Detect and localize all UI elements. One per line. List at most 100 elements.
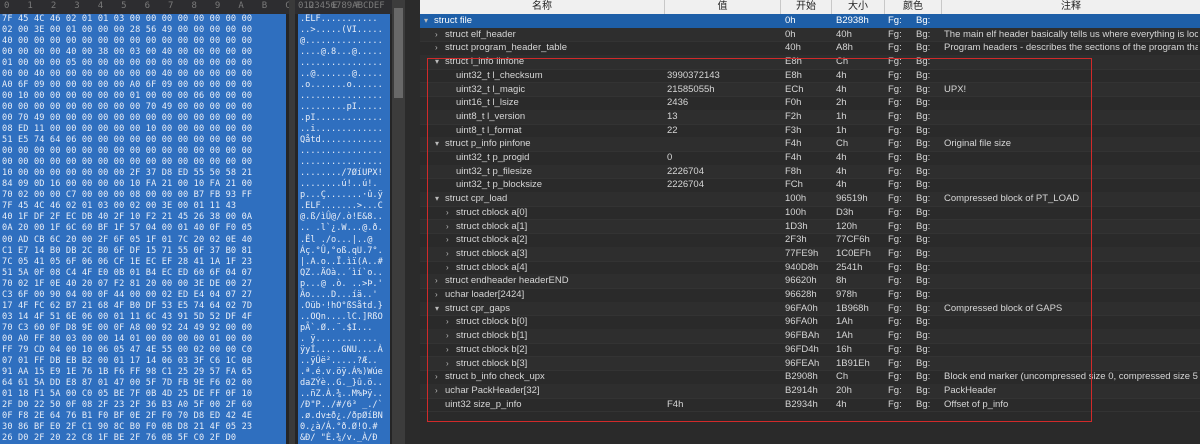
ascii-row[interactable]: ..OQn....lC.]RßO (300, 312, 383, 322)
ascii-row[interactable]: .o.......o...... (300, 80, 383, 90)
hex-row[interactable]: FF 79 CD 04 00 10 06 05 47 4E 55 00 02 0… (2, 345, 252, 355)
template-row[interactable]: ▾ struct file 0h B2938h Fg: Bg: (420, 14, 1200, 29)
cell-comment: The main elf header basically tells us w… (944, 28, 1198, 40)
ascii-row[interactable]: Ão....D...íä..' (300, 290, 378, 300)
ascii-row[interactable]: ........ú!..ú!. (300, 179, 378, 189)
column-value-header[interactable]: 值 (665, 0, 781, 14)
hex-row[interactable]: 30 86 BF E0 2F C1 90 8C B0 F0 0B D8 21 4… (2, 422, 252, 432)
ascii-row[interactable]: ÿyÍ.....GNU....À (300, 345, 383, 355)
hex-row[interactable]: 7F 45 4C 46 02 01 03 00 02 00 3E 00 01 1… (2, 201, 236, 211)
ascii-row[interactable]: QZ..ÄOà..´ìí`o.. (300, 268, 383, 278)
hex-row[interactable]: 00 00 00 00 40 00 38 00 03 00 40 00 00 0… (2, 47, 252, 57)
hex-row[interactable]: 00 70 49 00 00 00 00 00 00 00 00 00 00 0… (2, 113, 252, 123)
hex-row[interactable]: 10 00 00 00 00 00 00 00 2F 37 D8 ED 55 5… (2, 168, 252, 178)
hex-row[interactable]: 02 00 3E 00 01 00 00 00 28 56 49 00 00 0… (2, 25, 252, 35)
ascii-row[interactable]: .pI............. (300, 113, 383, 123)
hex-scrollbar-thumb[interactable] (394, 8, 403, 98)
ascii-row[interactable]: .ELF........... (300, 14, 378, 24)
column-name-header[interactable]: 名称 (420, 0, 665, 14)
ascii-row[interactable]: . ÿ............ (300, 334, 378, 344)
hex-row[interactable]: 0A 20 00 1F 6C 60 BF 1F 57 04 00 01 40 0… (2, 223, 252, 233)
hex-row[interactable]: 70 02 00 00 C7 00 00 00 08 00 00 00 B7 F… (2, 190, 252, 200)
hex-row[interactable]: 00 A0 FF 80 03 00 00 14 01 00 00 00 00 0… (2, 334, 252, 344)
hex-row[interactable]: 01 00 00 00 05 00 00 00 00 00 00 00 00 0… (2, 58, 252, 68)
hex-row[interactable]: 00 00 40 00 00 00 00 00 00 00 40 00 00 0… (2, 69, 252, 79)
ascii-row[interactable]: ....@.8...@..... (300, 47, 383, 57)
hex-row[interactable]: 70 C3 60 0F D8 9E 00 0F A8 00 92 24 49 9… (2, 323, 252, 333)
cell-size: 40h (836, 28, 852, 40)
template-row[interactable]: › struct program_header_table 40h A8h Fg: Bg:… (420, 41, 1200, 57)
ascii-row[interactable]: &Ð/ "È.¾/v._À/Ð (300, 433, 378, 443)
hex-row[interactable]: 00 10 00 00 00 00 00 00 01 00 00 00 06 0… (2, 91, 252, 101)
column-color-header[interactable]: 颜色 (885, 0, 942, 14)
ascii-row[interactable]: pÃ`.Ø..¨.$I... (300, 323, 372, 333)
hex-row[interactable]: 26 D0 2F 20 22 C8 1F BE 2F 76 0B 5F C0 2… (2, 433, 236, 443)
hex-row[interactable]: 2F D0 22 50 0F 08 2F 23 2F 36 B3 A0 5F 0… (2, 400, 252, 410)
hex-row[interactable]: 7C 05 41 05 6F 06 06 CF 1E EC EF 28 41 1… (2, 257, 252, 267)
hex-row[interactable]: A0 6F 09 00 00 00 00 00 A0 6F 09 00 00 0… (2, 80, 252, 90)
ascii-row[interactable]: ..i............. (300, 124, 383, 134)
ascii-row[interactable]: ..>.....(VI..... (300, 25, 383, 35)
column-size-header[interactable]: 大小 (832, 0, 885, 14)
hex-row[interactable]: 70 02 1F 0E 40 20 07 F2 81 20 00 00 3E D… (2, 279, 252, 289)
hex-row[interactable]: 01 18 F1 5A 00 C0 05 BE 7F 0B 4D 25 DE F… (2, 389, 252, 399)
ascii-row[interactable]: Qåtd............ (300, 135, 383, 145)
hex-row[interactable]: 84 09 0D 16 00 00 00 00 10 FA 21 00 10 F… (2, 179, 252, 189)
ascii-row[interactable]: ..@.......@..... (300, 69, 383, 79)
ascii-row[interactable]: .ø.dv±ð¿./ðpØíBN (300, 411, 383, 421)
hex-column-header: 0 1 2 3 4 5 6 7 8 9 A B C D E F 01234567… (0, 0, 405, 14)
hex-row[interactable]: 0F F8 2E 64 76 B1 F0 BF 0E 2F F0 70 D8 E… (2, 411, 252, 421)
ascii-row[interactable]: ......../7ØíUPX! (300, 168, 383, 178)
cell-fg: Fg: (888, 42, 902, 54)
column-comment-header[interactable]: 注释 (942, 0, 1200, 14)
hex-row[interactable]: 91 AA 15 E9 1E 76 1B F6 FF 98 C1 25 29 5… (2, 367, 252, 377)
expanded-arrow-icon[interactable]: ▾ (424, 14, 428, 28)
ascii-row[interactable]: p...Ç.......·û.ÿ (300, 190, 383, 200)
hex-row[interactable]: 7F 45 4C 46 02 01 01 03 00 00 00 00 00 0… (2, 14, 252, 24)
hex-row[interactable]: 00 00 00 00 00 00 00 00 00 70 49 00 00 0… (2, 102, 252, 112)
ascii-row[interactable]: /Ð"P../#/6³ _./` (300, 400, 383, 410)
cell-size: A8h (836, 42, 853, 54)
hex-row[interactable]: 51 E5 74 64 06 00 00 00 00 00 00 00 00 0… (2, 135, 252, 145)
hex-row[interactable]: 00 00 00 00 00 00 00 00 00 00 00 00 00 0… (2, 146, 252, 156)
hex-row[interactable]: 40 1F DF 2F EC DB 40 2F 10 F2 21 45 26 3… (2, 212, 252, 222)
template-row[interactable]: › struct elf_header 0h 40h Fg: Bg: The main el… (420, 27, 1200, 43)
collapsed-arrow-icon[interactable]: › (435, 41, 438, 55)
hex-editor-pane[interactable]: 0 1 2 3 4 5 6 7 8 9 A B C D E F 01234567… (0, 0, 405, 444)
ascii-row[interactable]: ................ (300, 146, 383, 156)
ascii-row[interactable]: ................ (300, 91, 383, 101)
ascii-row[interactable]: @.ß/ìÛ@/.ò!E&8.. (300, 212, 383, 222)
hex-row[interactable]: C1 E7 14 B0 DB 2C B0 6F DF 15 71 55 0F 3… (2, 246, 252, 256)
hex-row[interactable]: 00 AD CB 6C 20 00 2F 6F 05 1F 01 7C 20 0… (2, 235, 252, 245)
ascii-row[interactable]: @............... (300, 36, 383, 46)
cell-comment: Program headers - describes the sections… (944, 42, 1198, 54)
hex-row[interactable]: 03 14 4F 51 6E 06 00 01 11 6C 43 91 5D 5… (2, 312, 252, 322)
ascii-row[interactable]: .Oüb·!hO°ßSåtd.} (300, 301, 383, 311)
ascii-row[interactable]: ..ñZ.À.¾..M%Þÿ.. (300, 389, 383, 399)
ascii-row[interactable]: Áç.°Û,°oß.qU.7°. (300, 246, 383, 256)
collapsed-arrow-icon[interactable]: › (435, 28, 438, 42)
ascii-row[interactable]: .ELF.......>...C (300, 201, 383, 211)
hex-row[interactable]: 07 01 FF DB EB B2 00 01 17 14 06 03 3F C… (2, 356, 252, 366)
ascii-row[interactable]: daZÝè..G._}û.ö.. (300, 378, 383, 388)
column-start-header[interactable]: 开始 (781, 0, 832, 14)
hex-row[interactable]: C3 6F 00 90 04 00 0F 44 00 00 02 ED E4 0… (2, 290, 252, 300)
cell-bg: Bg: (916, 15, 931, 26)
ascii-row[interactable]: .ª.é.v.öÿ.Á%)Wúe (300, 367, 383, 377)
ascii-row[interactable]: .........pI..... (300, 102, 383, 112)
hex-row[interactable]: 00 00 00 00 00 00 00 00 00 00 00 00 00 0… (2, 157, 252, 167)
ascii-row[interactable]: .­Ël ./o...|..@ (300, 235, 372, 245)
ascii-row[interactable]: ................ (300, 157, 383, 167)
hex-row[interactable]: 64 61 5A DD E8 87 01 47 00 5F 7D FB 9E F… (2, 378, 252, 388)
hex-row[interactable]: 17 4F FC 62 B7 21 68 4F B0 DF 53 E5 74 6… (2, 301, 252, 311)
ascii-row[interactable]: .. .l`¿.W...@.ð. (300, 223, 383, 233)
hex-row[interactable]: 08 ED 11 00 00 00 00 00 00 10 00 00 00 0… (2, 124, 252, 134)
ascii-row[interactable]: p...@ .ò. ..>Þ.' (300, 279, 383, 289)
hex-row[interactable]: 40 00 00 00 00 00 00 00 00 00 00 00 00 0… (2, 36, 252, 46)
hex-row[interactable]: 51 5A 0F 08 C4 4F E0 0B 01 B4 EC ED 60 6… (2, 268, 252, 278)
pane-splitter[interactable] (405, 0, 420, 444)
ascii-row[interactable]: ..ÿÛë².....?Æ.. (300, 356, 378, 366)
ascii-row[interactable]: |.A.o..Ï.ìï(A..# (300, 257, 383, 267)
ascii-row[interactable]: ................ (300, 58, 383, 68)
ascii-row[interactable]: 0.¿à/Á.°ð.Ø!O.# (300, 422, 378, 432)
